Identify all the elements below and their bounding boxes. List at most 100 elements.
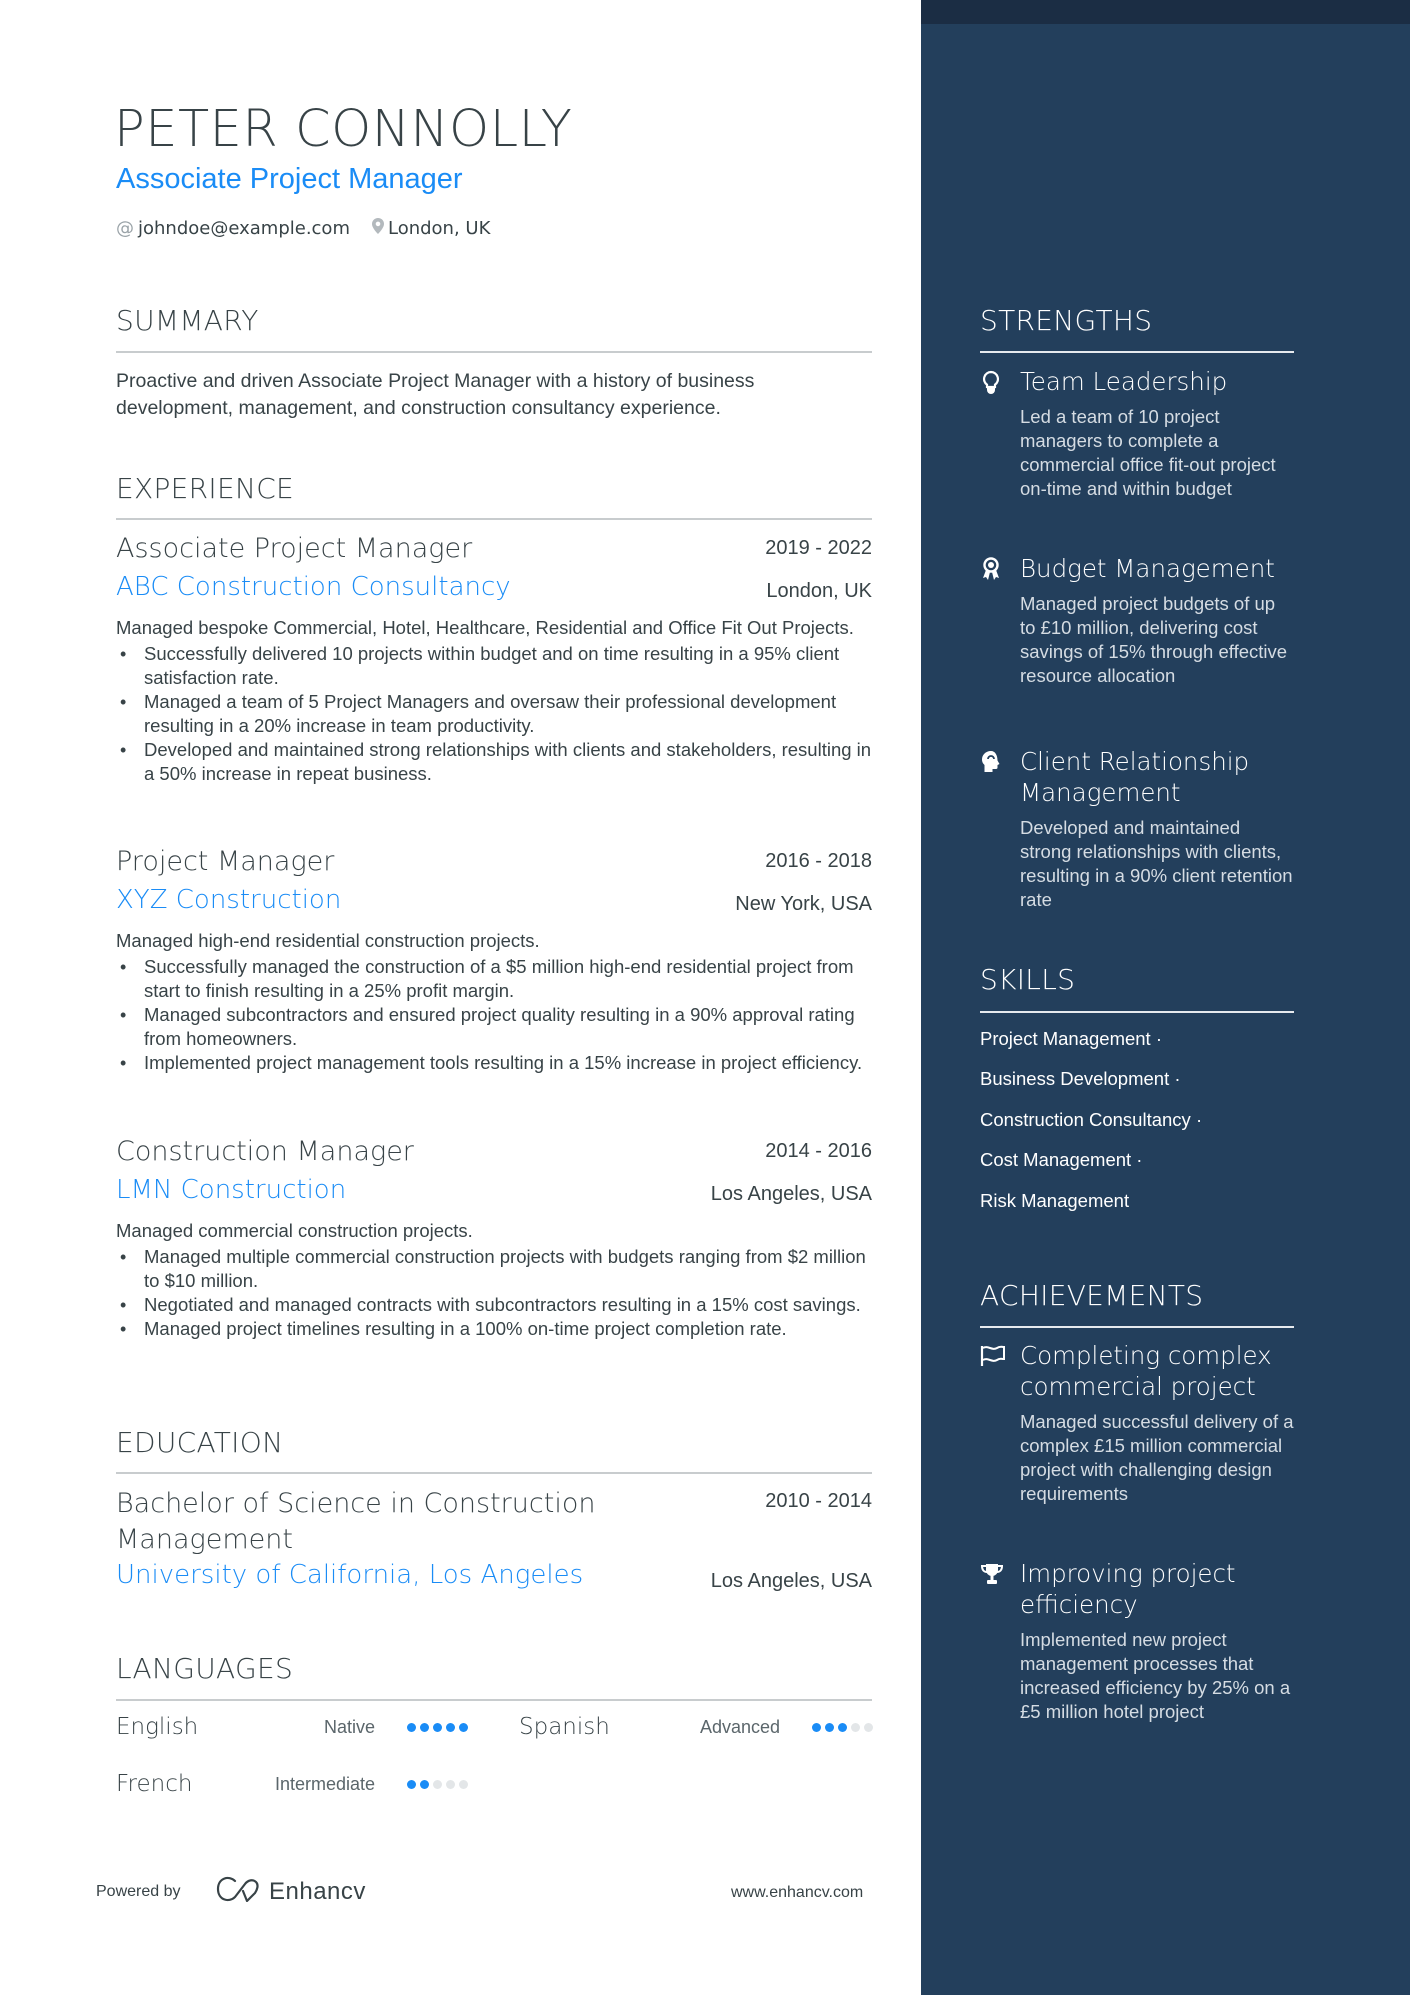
language-rating [812,1722,873,1732]
flag-icon [980,1344,1005,1370]
rating-dot-filled [838,1722,847,1732]
strength-description: Developed and maintained strong relation… [1020,817,1293,910]
language-name: French [116,1771,193,1797]
email-link[interactable]: johndoe@example.com [138,218,350,239]
job-role: Associate Project Manager [116,533,473,564]
job-dates: 2016 - 2018 [765,850,872,872]
rating-dot-filled [825,1722,834,1732]
experience-entry: Construction Manager 2014 - 2016 LMN Con… [116,1136,872,1341]
strength-title: Client Relationship Management [1020,747,1250,807]
job-role: Construction Manager [116,1136,414,1167]
language-item: French Intermediate [116,1771,468,1797]
job-bullet: Managed a team of 5 Project Managers and… [116,690,872,738]
rating-dot-filled [420,1779,429,1789]
job-bullet: Managed multiple commercial construction… [116,1245,872,1293]
candidate-title: Associate Project Manager [116,163,463,195]
rating-dot-empty [864,1722,873,1732]
achievement-item: Completing complex commercial project Ma… [980,1340,1294,1506]
job-bullet: Implemented project management tools res… [116,1051,872,1075]
section-heading-education: EDUCATION [116,1426,284,1459]
rating-dot-filled [446,1722,455,1732]
strength-item: Team Leadership Led a team of 10 project… [980,366,1294,501]
location-text: London, UK [387,218,491,239]
job-description: Managed commercial construction projects… [116,1220,473,1241]
section-divider [116,351,872,353]
language-rating [407,1779,468,1789]
job-role: Project Manager [116,846,335,877]
sidebar-top-strip [921,0,1410,24]
language-name: Spanish [519,1714,610,1740]
map-pin-icon [371,218,384,239]
section-divider [116,1472,872,1474]
job-company: ABC Construction Consultancy [116,572,511,602]
rating-dot-empty [446,1779,455,1789]
language-item: English Native [116,1714,468,1740]
strength-description: Managed project budgets of up to £10 mil… [1020,593,1288,686]
job-bullets: Successfully managed the construction of… [116,955,872,1075]
lightbulb-icon [980,370,1004,396]
rating-dot-empty [851,1722,860,1732]
rating-dot-empty [433,1779,442,1789]
skill-item: Risk Management [980,1190,1130,1211]
language-level: Native [323,1716,375,1737]
section-heading-achievements: ACHIEVEMENTS [980,1279,1204,1312]
achievement-title: Improving project efficiency [1020,1559,1236,1619]
language-name: English [116,1714,199,1740]
language-rating [407,1722,468,1732]
job-location: London, UK [766,580,872,602]
strength-item: Client Relationship Management Developed… [980,746,1294,912]
rating-dot-filled [407,1779,416,1789]
enhancv-brand: Enhancv [269,1877,366,1905]
contact-line: @ johndoe@example.com London, UK [116,218,490,239]
rating-dot-filled [812,1722,821,1732]
rating-dot-filled [433,1722,442,1732]
skill-item: Business Development · [980,1068,1181,1089]
rating-dot-filled [459,1722,468,1732]
section-heading-skills: SKILLS [980,963,1076,996]
summary-text: Proactive and driven Associate Project M… [116,370,755,419]
rating-dot-filled [420,1722,429,1732]
at-icon: @ [116,218,134,239]
education-dates: 2010 - 2014 [765,1490,872,1512]
enhancv-url[interactable]: www.enhancv.com [731,1884,863,1902]
achievement-description: Managed successful delivery of a complex… [1020,1411,1294,1504]
job-bullets: Managed multiple commercial construction… [116,1245,872,1341]
powered-by-label: Powered by [96,1883,181,1900]
candidate-name: PETER CONNOLLY [114,100,573,159]
experience-entry: Associate Project Manager 2019 - 2022 AB… [116,533,872,786]
experience-entry: Project Manager 2016 - 2018 XYZ Construc… [116,846,872,1075]
language-item: Spanish Advanced [519,1714,873,1740]
job-bullet: Managed subcontractors and ensured proje… [116,1003,872,1051]
skill-item: Project Management · [980,1028,1163,1049]
job-description: Managed high-end residential constructio… [116,930,540,951]
section-divider [980,1326,1294,1328]
strength-item: Budget Management Managed project budget… [980,553,1294,688]
trophy-icon [980,1562,1004,1588]
job-location: New York, USA [735,893,872,915]
strength-title: Budget Management [1020,554,1275,583]
job-bullet: Developed and maintained strong relation… [116,738,872,786]
head-profile-icon [980,750,1004,776]
job-bullet: Negotiated and managed contracts with su… [116,1293,872,1317]
section-heading-experience: EXPERIENCE [116,472,295,505]
section-divider [980,1011,1294,1013]
rating-dot-empty [459,1779,468,1789]
job-dates: 2014 - 2016 [765,1140,872,1162]
job-bullet: Managed project timelines resulting in a… [116,1317,872,1341]
language-level: Intermediate [274,1773,375,1794]
enhancv-logo-icon [215,1876,261,1907]
strength-title: Team Leadership [1020,367,1228,396]
education-location: Los Angeles, USA [710,1570,872,1592]
section-divider [116,1699,872,1701]
job-bullet: Successfully managed the construction of… [116,955,872,1003]
section-divider [980,351,1294,353]
skill-item: Construction Consultancy · [980,1109,1203,1130]
award-medal-icon [980,557,1004,583]
strength-description: Led a team of 10 project managers to com… [1020,406,1276,499]
enhancv-logo[interactable]: Enhancv [215,1876,366,1907]
job-description: Managed bespoke Commercial, Hotel, Healt… [116,617,854,638]
skill-item: Cost Management · [980,1149,1143,1170]
achievement-description: Implemented new project management proce… [1020,1629,1291,1722]
section-divider [116,518,872,520]
education-entry: Bachelor of Science in Construction Mana… [116,1486,872,1592]
